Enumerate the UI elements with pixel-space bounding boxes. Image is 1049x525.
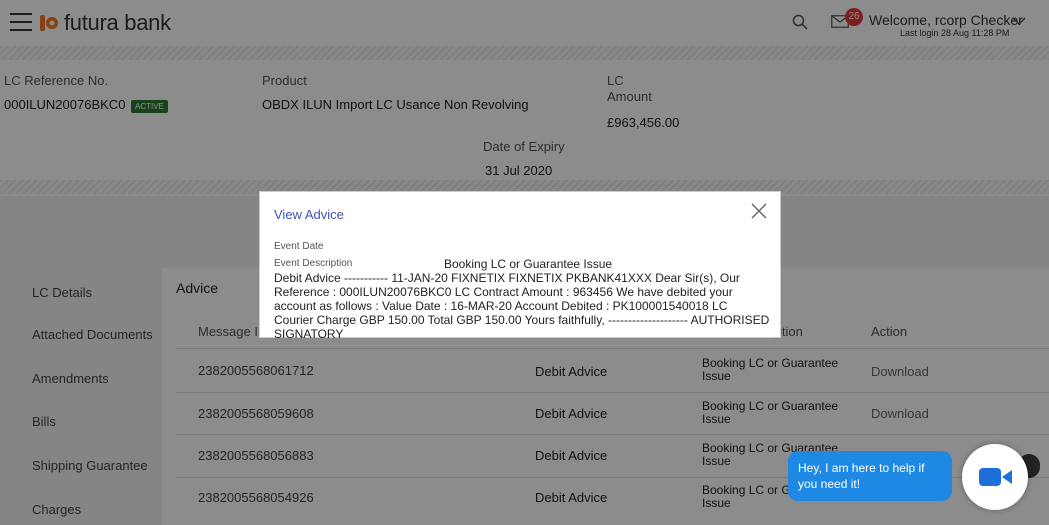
video-chat-icon [979, 468, 1012, 486]
event-description-value: Booking LC or Guarantee Issue [444, 257, 613, 271]
modal-title: View Advice [274, 207, 344, 222]
close-icon[interactable] [750, 202, 768, 220]
event-date-label: Event Date [274, 241, 324, 252]
chat-launcher-button[interactable] [962, 444, 1028, 510]
advice-body-text: Debit Advice ----------- 11-JAN-20 FIXNE… [274, 271, 770, 341]
view-advice-modal: View Advice Event Date Event Description… [259, 191, 781, 341]
chat-prompt-bubble[interactable]: Hey, I am here to help if you need it! [788, 451, 952, 501]
event-description-label: Event Description [274, 258, 353, 269]
